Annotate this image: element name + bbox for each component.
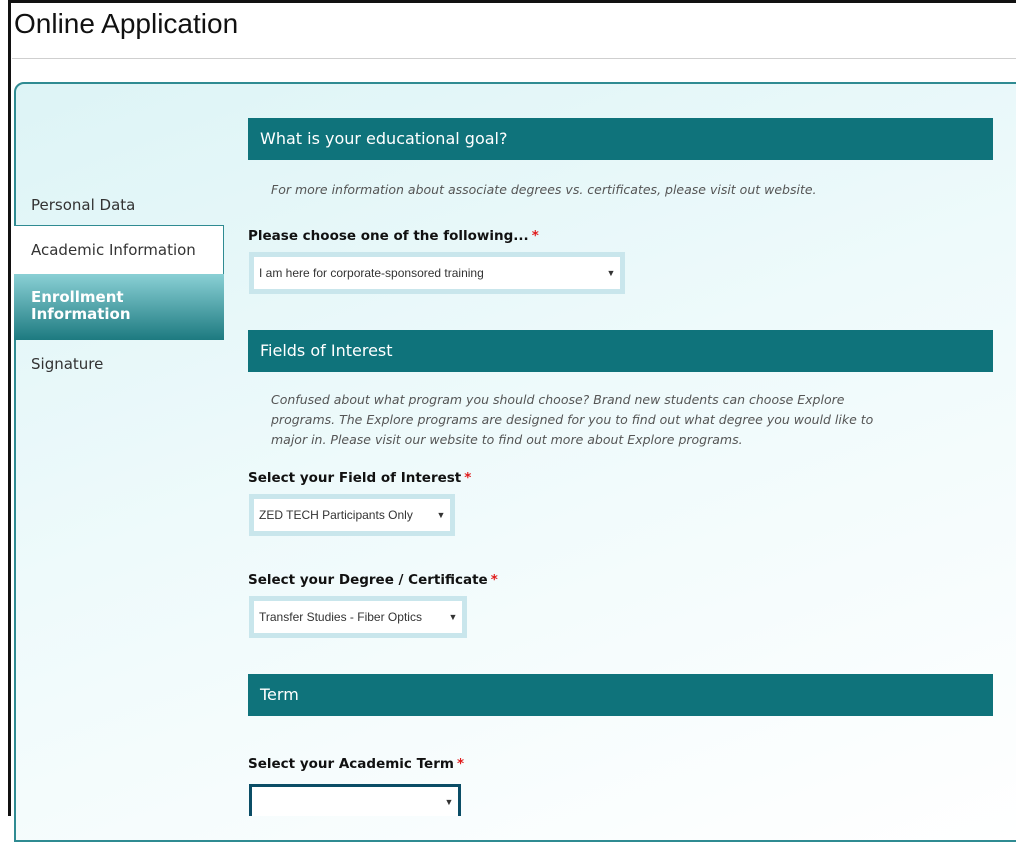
required-marker: *	[456, 756, 464, 772]
required-marker: *	[464, 470, 472, 486]
sidebar-item-label: Enrollment Information	[31, 288, 131, 323]
goal-hint: For more information about associate deg…	[271, 182, 817, 197]
chevron-down-icon: ▼	[448, 612, 458, 622]
section-title: Fields of Interest	[260, 341, 393, 360]
title-divider	[12, 58, 1016, 59]
select-value: I am here for corporate-sponsored traini…	[259, 266, 484, 280]
sidebar-item-academic-information[interactable]: Academic Information	[14, 226, 224, 274]
field-label-text: Select your Degree / Certificate	[248, 572, 488, 588]
field-label-text: Please choose one of the following...	[248, 228, 529, 244]
section-title: What is your educational goal?	[260, 129, 508, 148]
academic-term-select[interactable]: ▼	[249, 784, 461, 816]
educational-goal-select[interactable]: I am here for corporate-sponsored traini…	[249, 252, 625, 294]
sidebar-item-label: Signature	[31, 355, 104, 373]
select-value: Transfer Studies - Fiber Optics	[259, 610, 422, 624]
chevron-down-icon: ▼	[444, 796, 454, 807]
field-label-text: Select your Academic Term	[248, 756, 454, 772]
field-of-interest-select[interactable]: ZED TECH Participants Only ▼	[249, 494, 455, 536]
academic-term-label: Select your Academic Term *	[248, 756, 464, 772]
required-marker: *	[490, 572, 498, 588]
interest-hint: Confused about what program you should c…	[271, 392, 874, 447]
required-marker: *	[531, 228, 539, 244]
sidebar-item-label: Academic Information	[31, 241, 196, 259]
sidebar-item-label: Personal Data	[31, 196, 136, 214]
page-title: Online Application	[14, 8, 239, 39]
goal-field-label: Please choose one of the following... *	[248, 228, 539, 244]
degree-certificate-label: Select your Degree / Certificate *	[248, 572, 498, 588]
chevron-down-icon: ▼	[606, 268, 616, 278]
section-header-fields-of-interest: Fields of Interest	[248, 330, 993, 372]
chevron-down-icon: ▼	[436, 510, 446, 520]
select-value: ZED TECH Participants Only	[259, 508, 413, 522]
field-label-text: Select your Field of Interest	[248, 470, 462, 486]
section-header-educational-goal: What is your educational goal?	[248, 118, 993, 160]
section-header-term: Term	[248, 674, 993, 716]
sidebar-item-personal-data[interactable]: Personal Data	[14, 194, 224, 226]
field-of-interest-label: Select your Field of Interest *	[248, 470, 471, 486]
sidebar-item-signature[interactable]: Signature	[14, 352, 224, 376]
degree-certificate-select[interactable]: Transfer Studies - Fiber Optics ▼	[249, 596, 467, 638]
sidebar-item-enrollment-information[interactable]: Enrollment Information	[14, 274, 224, 340]
section-title: Term	[260, 685, 299, 704]
